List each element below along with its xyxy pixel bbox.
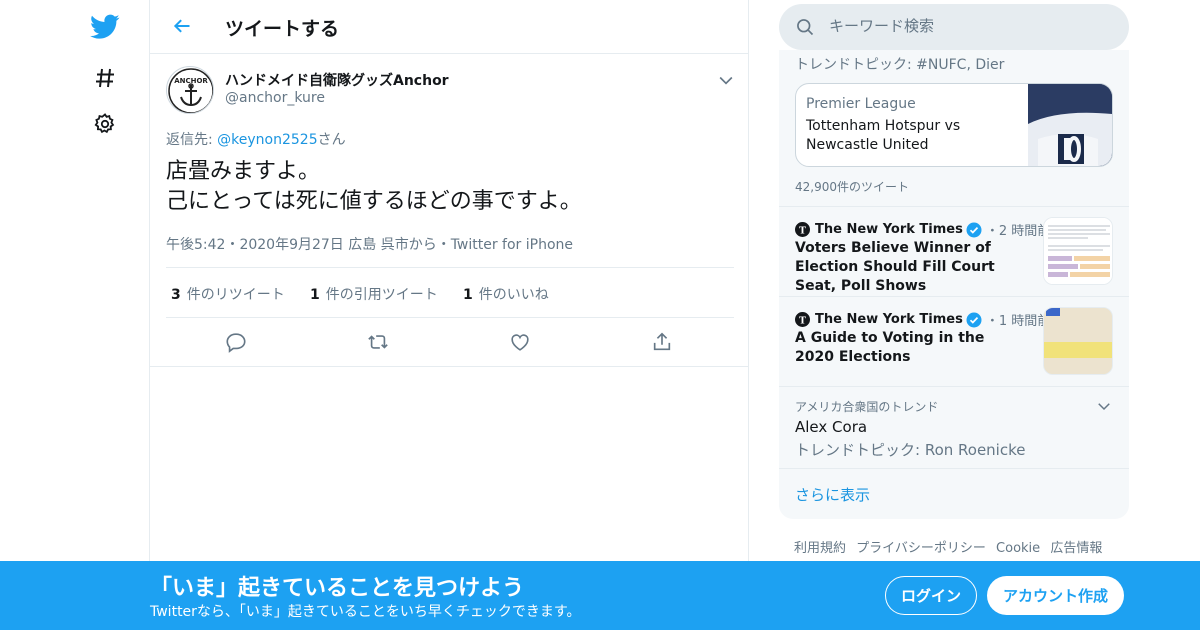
search-box[interactable] [779, 4, 1129, 50]
svg-text:T: T [799, 225, 806, 236]
signup-button[interactable]: アカウント作成 [987, 576, 1124, 615]
chevron-down-icon[interactable] [1095, 397, 1113, 419]
signup-banner: 「いま」起きていることを見つけよう Twitterなら、「いま」起きていることを… [0, 561, 1200, 630]
twitter-logo-icon[interactable] [88, 10, 122, 44]
footer-link-ads[interactable]: 広告情報 [1050, 541, 1102, 556]
footer-link-privacy[interactable]: プライバシーポリシー [856, 541, 986, 556]
reply-prefix: 返信先: [166, 132, 218, 148]
retweet-number: 3 [171, 287, 181, 303]
news-time: ・2 時間前 [985, 224, 1051, 239]
search-icon [795, 17, 815, 41]
back-arrow-icon[interactable] [168, 12, 196, 40]
news-source-name: The New York Times [815, 312, 963, 327]
explore-hashtag-icon[interactable] [88, 61, 122, 95]
news-title: Voters Believe Winner of Election Should… [795, 240, 995, 294]
news-time: ・1 時間前 [985, 314, 1051, 329]
like-count[interactable]: 1 件のいいね [463, 284, 549, 304]
trend-event-section[interactable]: トレンドトピック: #NUFC, Dier Premier League Tot… [779, 50, 1129, 207]
banner-title: 「いま」起きていることを見つけよう [150, 576, 525, 601]
chevron-down-icon[interactable] [716, 70, 736, 90]
left-nav [0, 0, 150, 630]
trends-panel: トレンドトピック: #NUFC, Dier Premier League Tot… [779, 50, 1129, 519]
news-item[interactable]: T The New York Times ・2 時間前 Voters Belie… [779, 207, 1129, 297]
banner-subtitle: Twitterなら、「いま」起きていることをいち早くチェックできます。 [150, 604, 581, 620]
footer-link-cookie[interactable]: Cookie [996, 541, 1040, 556]
svg-text:T: T [799, 315, 806, 326]
reply-icon[interactable] [223, 329, 249, 355]
news-thumbnail [1043, 307, 1113, 375]
main-column: ツイートする ANCHOR ハンドメイド自衛隊グッズAnchor @anchor… [149, 0, 749, 630]
news-source: T The New York Times ・1 時間前 [795, 310, 1050, 329]
search-input[interactable] [829, 17, 1099, 35]
author-handle[interactable]: @anchor_kure [225, 90, 325, 106]
like-heart-icon[interactable] [507, 329, 533, 355]
avatar[interactable]: ANCHOR [166, 66, 214, 114]
show-more-link[interactable]: さらに表示 [795, 484, 870, 505]
event-tweet-count: 42,900件のツイート [795, 180, 909, 194]
trend-context: アメリカ合衆国のトレンド [795, 400, 939, 414]
settings-gear-icon[interactable] [88, 107, 122, 141]
trend-topic: トレンドトピック: #NUFC, Dier [795, 57, 1005, 73]
reply-to-line: 返信先: @keynon2525さん [166, 129, 346, 149]
nyt-logo-icon: T [795, 312, 810, 327]
reply-suffix: さん [317, 132, 346, 148]
retweet-icon[interactable] [365, 329, 391, 355]
reply-handle-link[interactable]: @keynon2525 [217, 132, 317, 148]
retweet-label: 件のリツイート [186, 287, 285, 303]
news-thumbnail [1043, 217, 1113, 285]
event-image [1028, 84, 1112, 166]
quote-label: 件の引用ツイート [325, 287, 438, 303]
trend-topic: トレンドトピック: Ron Roenicke [795, 441, 1026, 459]
footer-link-terms[interactable]: 利用規約 [794, 541, 846, 556]
login-button[interactable]: ログイン [885, 576, 977, 615]
nyt-logo-icon: T [795, 222, 810, 237]
news-title: A Guide to Voting in the 2020 Elections [795, 330, 985, 365]
trend-name: Alex Cora [795, 418, 868, 436]
quote-number: 1 [310, 287, 320, 303]
retweet-count[interactable]: 3 件のリツイート [171, 284, 285, 304]
twitter-page: ツイートする ANCHOR ハンドメイド自衛隊グッズAnchor @anchor… [0, 0, 1200, 630]
tweet-detail: ANCHOR ハンドメイド自衛隊グッズAnchor @anchor_kure 返… [150, 54, 748, 367]
trend-item[interactable]: アメリカ合衆国のトレンド Alex Cora トレンドトピック: Ron Roe… [779, 387, 1129, 469]
news-item[interactable]: T The New York Times ・1 時間前 A Guide to V… [779, 297, 1129, 387]
verified-badge-icon [966, 312, 982, 328]
tweet-stats: 3 件のリツイート 1 件の引用ツイート 1 件のいいね [166, 267, 734, 318]
verified-badge-icon [966, 222, 982, 238]
news-source-name: The New York Times [815, 222, 963, 237]
author-name[interactable]: ハンドメイド自衛隊グッズAnchor [225, 70, 449, 90]
quote-tweet-count[interactable]: 1 件の引用ツイート [310, 284, 438, 304]
tweet-text: 店畳みますよ。 己にとっては死に値するほどの事ですよ。 [166, 159, 582, 214]
page-title: ツイートする [225, 18, 340, 40]
footer-links: 利用規約 プライバシーポリシー Cookie 広告情報 [794, 537, 1108, 556]
like-label: 件のいいね [478, 287, 549, 303]
event-title: Tottenham Hotspur vs Newcastle United [806, 118, 961, 153]
news-source: T The New York Times ・2 時間前 [795, 220, 1050, 239]
like-number: 1 [463, 287, 473, 303]
tweet-meta[interactable]: 午後5:42・2020年9月27日 広島 呉市から・Twitter for iP… [166, 234, 573, 254]
page-header: ツイートする [150, 0, 748, 54]
share-icon[interactable] [649, 329, 675, 355]
event-category: Premier League [806, 96, 916, 112]
event-card[interactable]: Premier League Tottenham Hotspur vs Newc… [795, 83, 1113, 167]
